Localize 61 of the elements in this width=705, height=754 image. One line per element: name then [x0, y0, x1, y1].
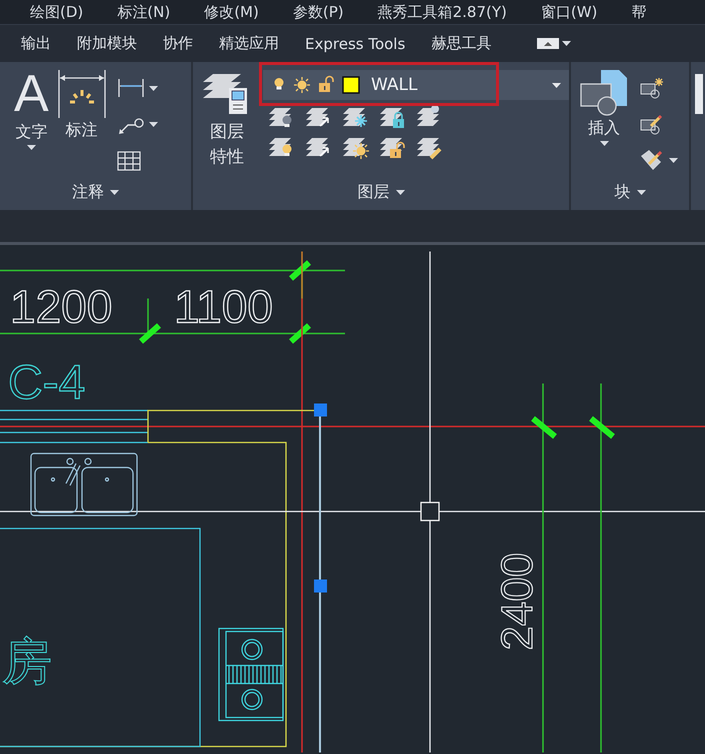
text-tool-button[interactable]: A 文字	[0, 62, 53, 182]
dimension-text: 1100	[174, 280, 273, 332]
unlock-icon[interactable]	[317, 75, 337, 95]
menu-item[interactable]: 标注(N)	[117, 2, 170, 22]
sun-icon[interactable]	[292, 75, 312, 95]
insert-block-label: 插入	[588, 118, 620, 139]
dimension-tool-label: 标注	[66, 120, 98, 141]
cursor-pickbox	[420, 502, 440, 522]
caret-icon	[148, 86, 158, 91]
ribbon-tab[interactable]: 输出	[21, 30, 51, 57]
ribbon-tab[interactable]: 附加模块	[77, 30, 137, 57]
panel-toggle-icon	[537, 38, 560, 49]
caret-icon	[562, 41, 572, 46]
insert-block-icon	[579, 68, 629, 116]
insert-block-button[interactable]: 插入	[571, 62, 633, 182]
block-panel-title[interactable]: 块	[571, 182, 689, 210]
layer-dropdown[interactable]: WALL	[263, 70, 569, 100]
layers-panel-title[interactable]: 图层	[193, 182, 569, 210]
caret-icon	[600, 141, 608, 146]
dimension-text: 2400	[493, 552, 542, 650]
caret-icon	[26, 145, 36, 150]
edit-block-icon	[639, 112, 665, 136]
dimension-icon	[56, 68, 107, 118]
dimension-text: 1200	[10, 280, 112, 332]
table-icon	[116, 150, 141, 171]
menu-item[interactable]: 燕秀工具箱2.87(Y)	[378, 2, 507, 22]
layer-properties-label: 图层特性	[209, 121, 245, 169]
caret-icon	[636, 190, 646, 195]
ribbon-tab[interactable]: 精选应用	[219, 30, 279, 57]
text-tool-label: 文字	[15, 122, 48, 143]
caret-icon	[396, 190, 404, 195]
layer-properties-button[interactable]: 图层特性	[193, 62, 257, 182]
ribbon-tab[interactable]: 协作	[163, 30, 193, 57]
menu-item[interactable]: 修改(M)	[204, 2, 259, 22]
dimension-tick	[589, 416, 615, 439]
dimension-tool-button[interactable]: 标注	[52, 62, 111, 182]
dimension-tick	[289, 323, 311, 344]
caret-icon	[552, 82, 561, 88]
dimension-tick	[139, 323, 161, 344]
layer-color-swatch	[342, 76, 360, 94]
dimension-tick	[289, 260, 311, 281]
dimension-tick	[531, 416, 557, 439]
annotation-panel-title[interactable]: 注释	[0, 182, 191, 210]
ribbon-display-button[interactable]	[535, 36, 574, 51]
grip-handle[interactable]	[314, 580, 327, 592]
room-label: 房	[2, 632, 52, 690]
tag-pencil-icon	[639, 148, 665, 172]
menu-item[interactable]: 窗口(W)	[540, 2, 598, 22]
text-tool-glyph: A	[14, 68, 49, 120]
grip-handle[interactable]	[314, 404, 327, 416]
window-tag: C-4	[8, 356, 86, 410]
ribbon-tab[interactable]: 赫思工具	[431, 30, 492, 57]
caret-icon	[110, 190, 119, 195]
caret-icon	[669, 158, 678, 162]
ribbon-tab[interactable]: Express Tools	[305, 30, 406, 56]
linear-dimension-icon	[116, 77, 145, 100]
create-block-icon	[639, 76, 665, 100]
menu-item[interactable]: 帮	[631, 2, 646, 22]
menu-item[interactable]: 参数(P)	[292, 2, 344, 22]
menu-item[interactable]: 绘图(D)	[30, 2, 84, 22]
caret-icon	[148, 122, 158, 128]
